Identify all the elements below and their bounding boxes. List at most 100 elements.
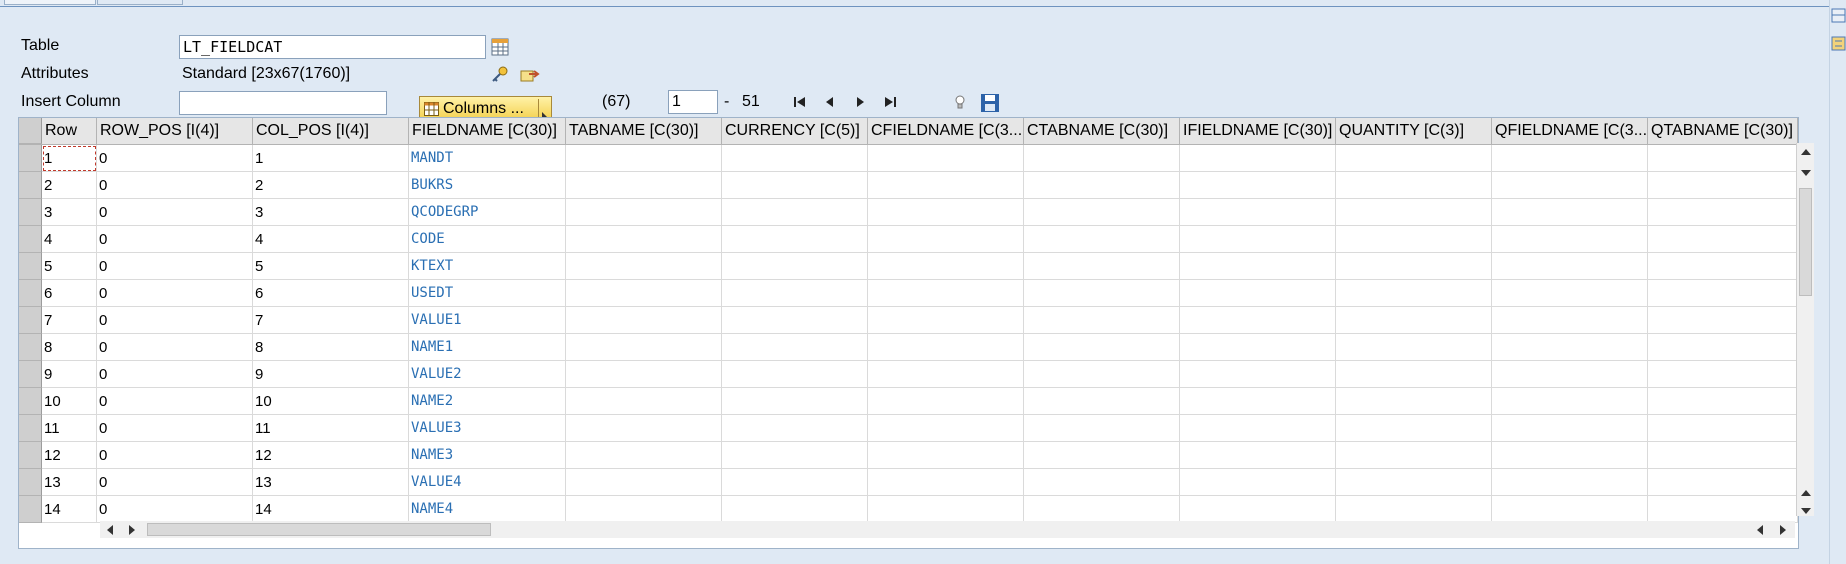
col-header-row-pos[interactable]: ROW_POS [I(4)] — [97, 118, 253, 144]
cell-currency[interactable] — [722, 469, 868, 496]
cell-ifieldname[interactable] — [1180, 280, 1336, 307]
cell-currency[interactable] — [722, 496, 868, 523]
horizontal-scroll-thumb[interactable] — [147, 523, 491, 536]
cell-row-pos[interactable]: 0 — [97, 199, 253, 226]
row-selector[interactable] — [19, 172, 42, 199]
cell-cfieldname[interactable] — [868, 469, 1024, 496]
cell-row[interactable]: 12 — [42, 442, 97, 469]
cell-fieldname[interactable]: CODE — [409, 226, 566, 253]
cell-quantity[interactable] — [1336, 199, 1492, 226]
cell-qfieldname[interactable] — [1492, 361, 1648, 388]
cell-quantity[interactable] — [1336, 361, 1492, 388]
cell-row[interactable]: 11 — [42, 415, 97, 442]
cell-row[interactable]: 6 — [42, 280, 97, 307]
cell-quantity[interactable] — [1336, 334, 1492, 361]
row-selector[interactable] — [19, 280, 42, 307]
cell-row-pos[interactable]: 0 — [97, 334, 253, 361]
cell-ctabname[interactable] — [1024, 496, 1180, 523]
cell-qfieldname[interactable] — [1492, 280, 1648, 307]
cell-qtabname[interactable] — [1648, 361, 1798, 388]
col-header-cfieldname[interactable]: CFIELDNAME [C(3... — [868, 118, 1024, 144]
row-selector[interactable] — [19, 388, 42, 415]
row-selector[interactable] — [19, 334, 42, 361]
cell-ifieldname[interactable] — [1180, 172, 1336, 199]
cell-qtabname[interactable] — [1648, 307, 1798, 334]
cell-ctabname[interactable] — [1024, 334, 1180, 361]
cell-currency[interactable] — [722, 199, 868, 226]
col-header-currency[interactable]: CURRENCY [C(5)] — [722, 118, 868, 144]
cell-row[interactable]: 3 — [42, 199, 97, 226]
cell-ifieldname[interactable] — [1180, 199, 1336, 226]
scroll-page-down-icon[interactable] — [1801, 508, 1811, 514]
export-icon[interactable] — [519, 65, 541, 85]
row-selector[interactable] — [19, 442, 42, 469]
cell-currency[interactable] — [722, 388, 868, 415]
cell-currency[interactable] — [722, 442, 868, 469]
cell-fieldname[interactable]: BUKRS — [409, 172, 566, 199]
cell-currency[interactable] — [722, 334, 868, 361]
cell-cfieldname[interactable] — [868, 280, 1024, 307]
cell-col-pos[interactable]: 4 — [253, 226, 409, 253]
cell-ifieldname[interactable] — [1180, 442, 1336, 469]
tab-active[interactable] — [97, 0, 183, 5]
cell-fieldname[interactable]: USEDT — [409, 280, 566, 307]
cell-row-pos[interactable]: 0 — [97, 415, 253, 442]
col-header-ctabname[interactable]: CTABNAME [C(30)] — [1024, 118, 1180, 144]
cell-ifieldname[interactable] — [1180, 415, 1336, 442]
cell-tabname[interactable] — [566, 388, 722, 415]
cell-cfieldname[interactable] — [868, 145, 1024, 172]
cell-qfieldname[interactable] — [1492, 307, 1648, 334]
cell-ctabname[interactable] — [1024, 280, 1180, 307]
cell-ifieldname[interactable] — [1180, 496, 1336, 523]
cell-qfieldname[interactable] — [1492, 496, 1648, 523]
cell-qfieldname[interactable] — [1492, 199, 1648, 226]
cell-ctabname[interactable] — [1024, 307, 1180, 334]
cell-row-pos[interactable]: 0 — [97, 280, 253, 307]
cell-ctabname[interactable] — [1024, 469, 1180, 496]
cell-fieldname[interactable]: MANDT — [409, 145, 566, 172]
cell-col-pos[interactable]: 11 — [253, 415, 409, 442]
scroll-far-left-icon[interactable] — [1757, 525, 1763, 535]
cell-ctabname[interactable] — [1024, 388, 1180, 415]
cell-col-pos[interactable]: 5 — [253, 253, 409, 280]
cell-tabname[interactable] — [566, 442, 722, 469]
cell-ctabname[interactable] — [1024, 415, 1180, 442]
horizontal-scrollbar[interactable] — [100, 521, 1795, 538]
cell-ifieldname[interactable] — [1180, 145, 1336, 172]
row-selector[interactable] — [19, 145, 42, 172]
cell-qtabname[interactable] — [1648, 496, 1798, 523]
cell-row-pos[interactable]: 0 — [97, 388, 253, 415]
scroll-page-up-icon[interactable] — [1801, 490, 1811, 496]
row-selector[interactable] — [19, 199, 42, 226]
cell-qtabname[interactable] — [1648, 226, 1798, 253]
cell-fieldname[interactable]: NAME3 — [409, 442, 566, 469]
cell-fieldname[interactable]: QCODEGRP — [409, 199, 566, 226]
row-selector[interactable] — [19, 226, 42, 253]
row-selector[interactable] — [19, 307, 42, 334]
cell-fieldname[interactable]: VALUE3 — [409, 415, 566, 442]
cell-fieldname[interactable]: NAME2 — [409, 388, 566, 415]
cell-col-pos[interactable]: 12 — [253, 442, 409, 469]
cell-currency[interactable] — [722, 253, 868, 280]
cell-qfieldname[interactable] — [1492, 415, 1648, 442]
cell-fieldname[interactable]: KTEXT — [409, 253, 566, 280]
cell-row-pos[interactable]: 0 — [97, 172, 253, 199]
scroll-right-icon[interactable] — [129, 525, 135, 535]
cell-tabname[interactable] — [566, 199, 722, 226]
cell-qfieldname[interactable] — [1492, 172, 1648, 199]
cell-col-pos[interactable]: 8 — [253, 334, 409, 361]
vertical-scroll-thumb[interactable] — [1799, 188, 1812, 296]
row-selector[interactable] — [19, 469, 42, 496]
first-page-icon[interactable] — [792, 94, 808, 110]
cell-quantity[interactable] — [1336, 280, 1492, 307]
cell-qtabname[interactable] — [1648, 469, 1798, 496]
cell-quantity[interactable] — [1336, 469, 1492, 496]
cell-qfieldname[interactable] — [1492, 334, 1648, 361]
cell-row[interactable]: 8 — [42, 334, 97, 361]
row-selector[interactable] — [19, 415, 42, 442]
cell-col-pos[interactable]: 2 — [253, 172, 409, 199]
cell-quantity[interactable] — [1336, 172, 1492, 199]
cell-tabname[interactable] — [566, 280, 722, 307]
cell-row-pos[interactable]: 0 — [97, 307, 253, 334]
cell-row[interactable]: 13 — [42, 469, 97, 496]
